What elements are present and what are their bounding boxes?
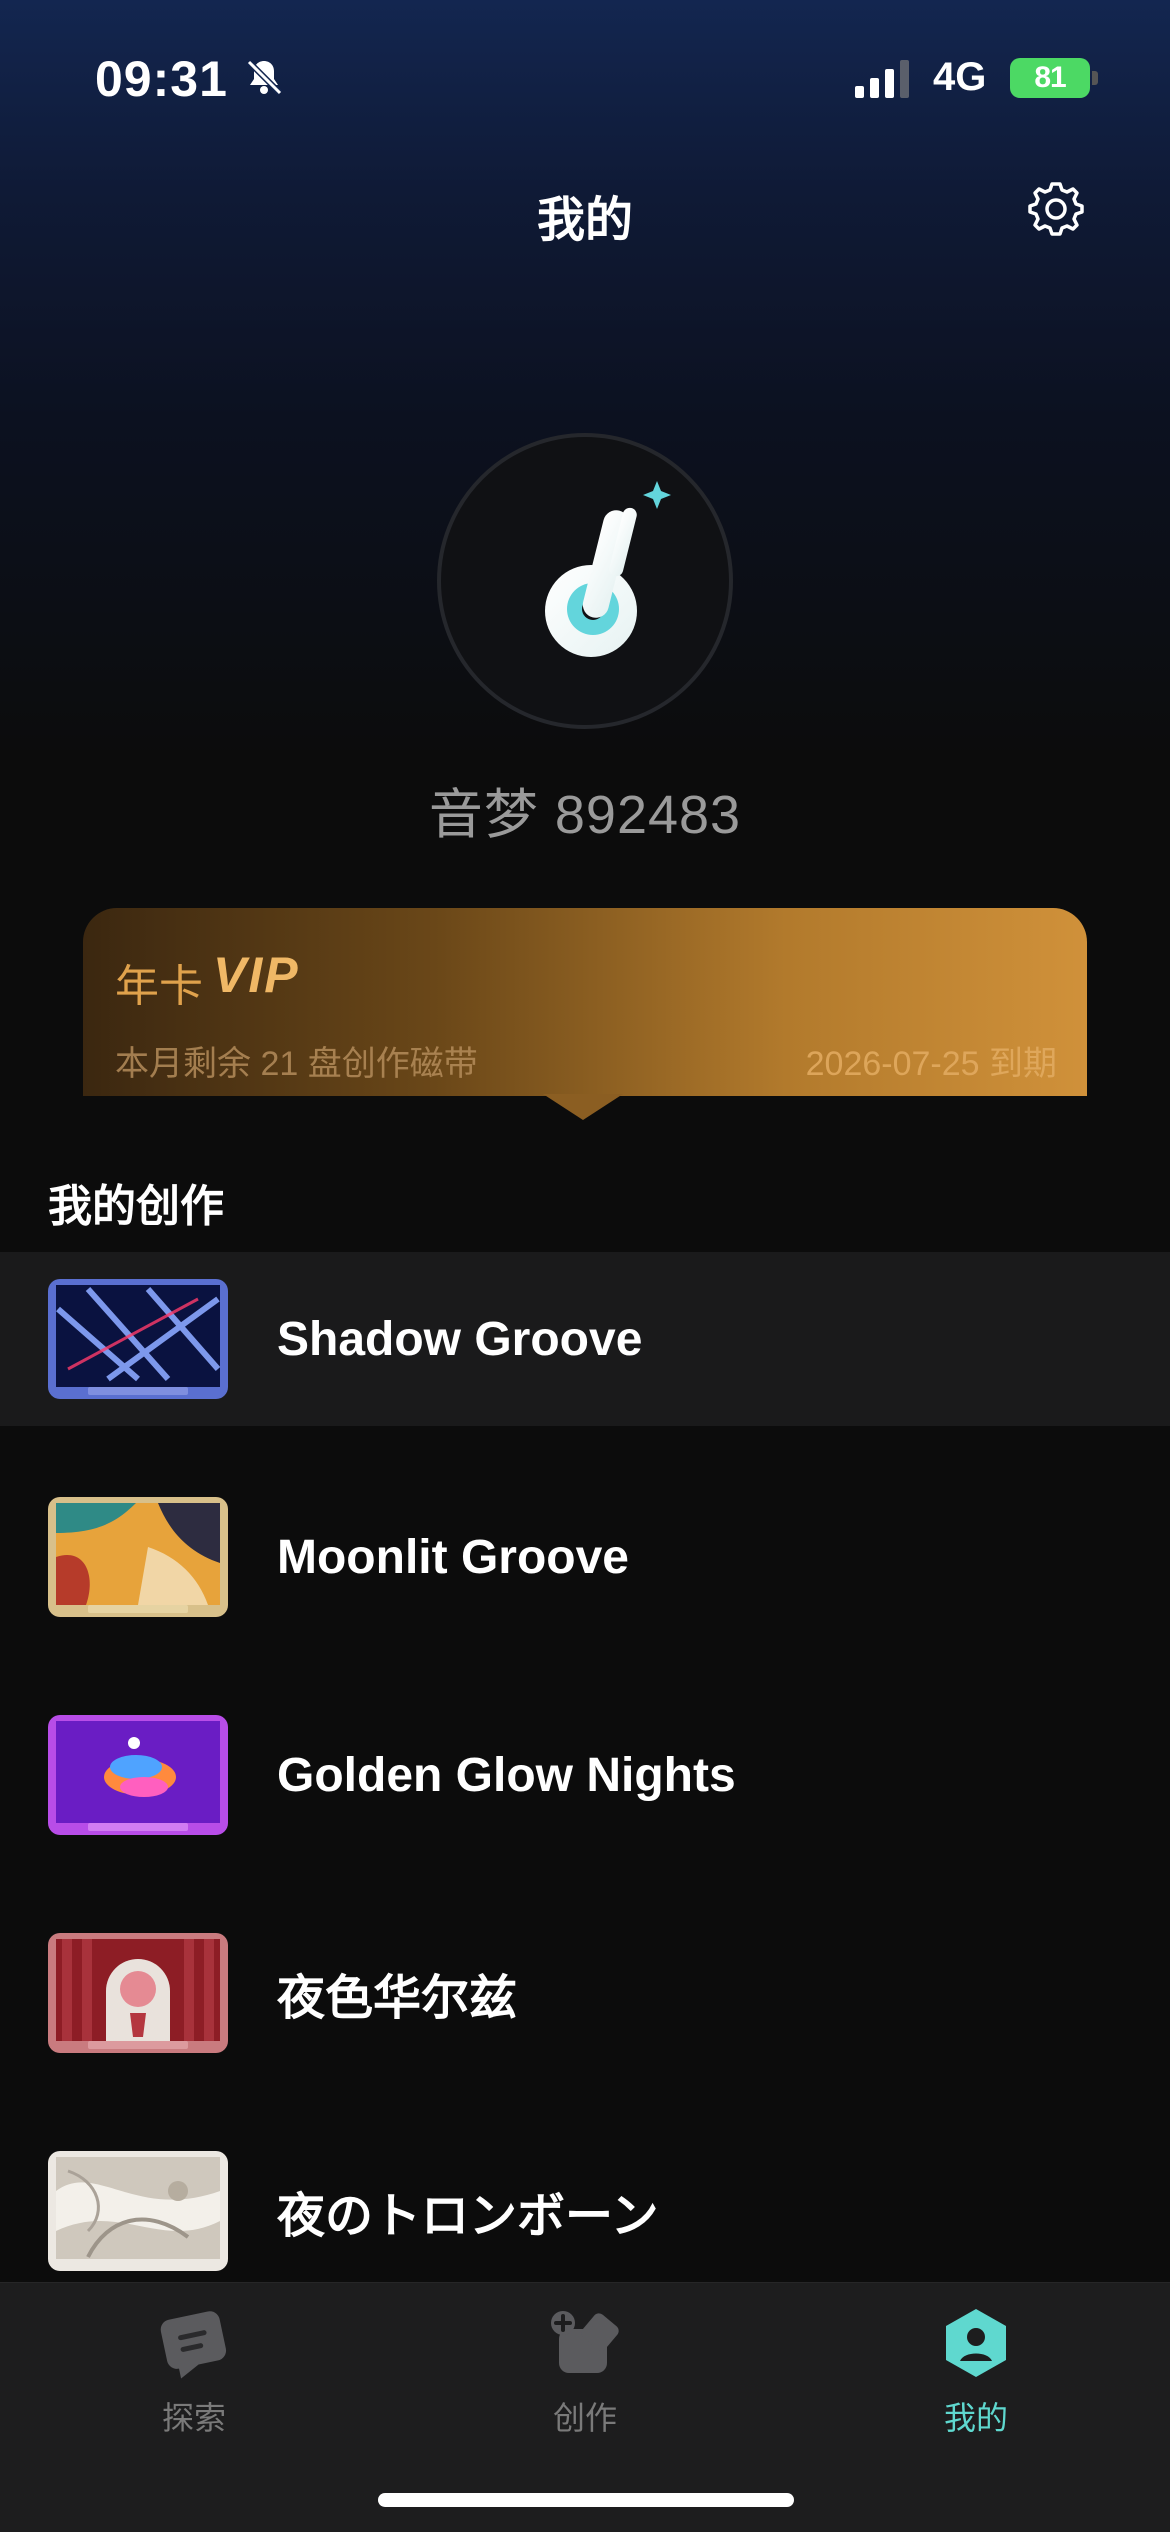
tab-explore[interactable]: 探索 — [94, 2303, 294, 2453]
tab-profile[interactable]: 我的 — [876, 2303, 1076, 2453]
creation-title: 夜色华尔兹 — [277, 1972, 518, 2025]
cover-thumbnail — [48, 1715, 228, 1835]
profile-icon — [946, 2309, 1006, 2377]
cover-thumbnail — [48, 2151, 228, 2271]
battery-icon: 81 — [1010, 58, 1090, 98]
vip-expiry: 2026-07-25 到期 — [805, 1045, 1057, 1083]
create-icon — [551, 2311, 619, 2373]
tab-label: 探索 — [161, 2400, 226, 2436]
cover-thumbnail — [48, 1933, 228, 2053]
vip-title: 年卡 — [115, 962, 203, 1011]
list-item[interactable]: 夜のトロンボーン — [0, 2124, 1170, 2298]
home-indicator — [378, 2493, 794, 2507]
username: 音梦 892483 — [428, 785, 742, 845]
network-label: 4G — [933, 55, 987, 99]
avatar[interactable] — [437, 433, 733, 729]
status-bar: 09:31 4G 81 — [0, 0, 1170, 150]
battery-tip — [1092, 71, 1098, 85]
creation-title: Moonlit Groove — [277, 1530, 629, 1584]
cover-thumbnail — [48, 1279, 228, 1399]
vip-notch — [543, 1094, 623, 1120]
page-title: 我的 — [536, 194, 633, 247]
creation-title: 夜のトロンボーン — [277, 2190, 659, 2243]
tab-label: 创作 — [552, 2400, 617, 2436]
vip-card[interactable]: 年卡 VIP 本月剩余 21 盘创作磁带 2026-07-25 到期 — [83, 908, 1087, 1120]
creation-title: Shadow Groove — [277, 1312, 643, 1366]
status-time: 09:31 — [95, 51, 228, 107]
bell-muted-icon — [246, 59, 283, 96]
app-logo-icon — [545, 481, 671, 657]
signal-icon — [855, 60, 909, 98]
list-item[interactable]: Shadow Groove — [0, 1252, 1170, 1426]
creation-title: Golden Glow Nights — [277, 1748, 736, 1802]
tab-create[interactable]: 创作 — [485, 2303, 685, 2453]
tab-label: 我的 — [943, 2400, 1008, 2436]
list-item[interactable]: 夜色华尔兹 — [0, 1906, 1170, 2080]
list-item[interactable]: Golden Glow Nights — [0, 1688, 1170, 1862]
gear-icon[interactable] — [1025, 178, 1087, 240]
section-title: 我的创作 — [48, 1182, 224, 1231]
explore-icon — [160, 2311, 227, 2379]
vip-badge: VIP — [213, 947, 300, 1003]
list-item[interactable]: Moonlit Groove — [0, 1470, 1170, 1644]
vip-remaining: 本月剩余 21 盘创作磁带 — [115, 1045, 478, 1083]
cover-thumbnail — [48, 1497, 228, 1617]
